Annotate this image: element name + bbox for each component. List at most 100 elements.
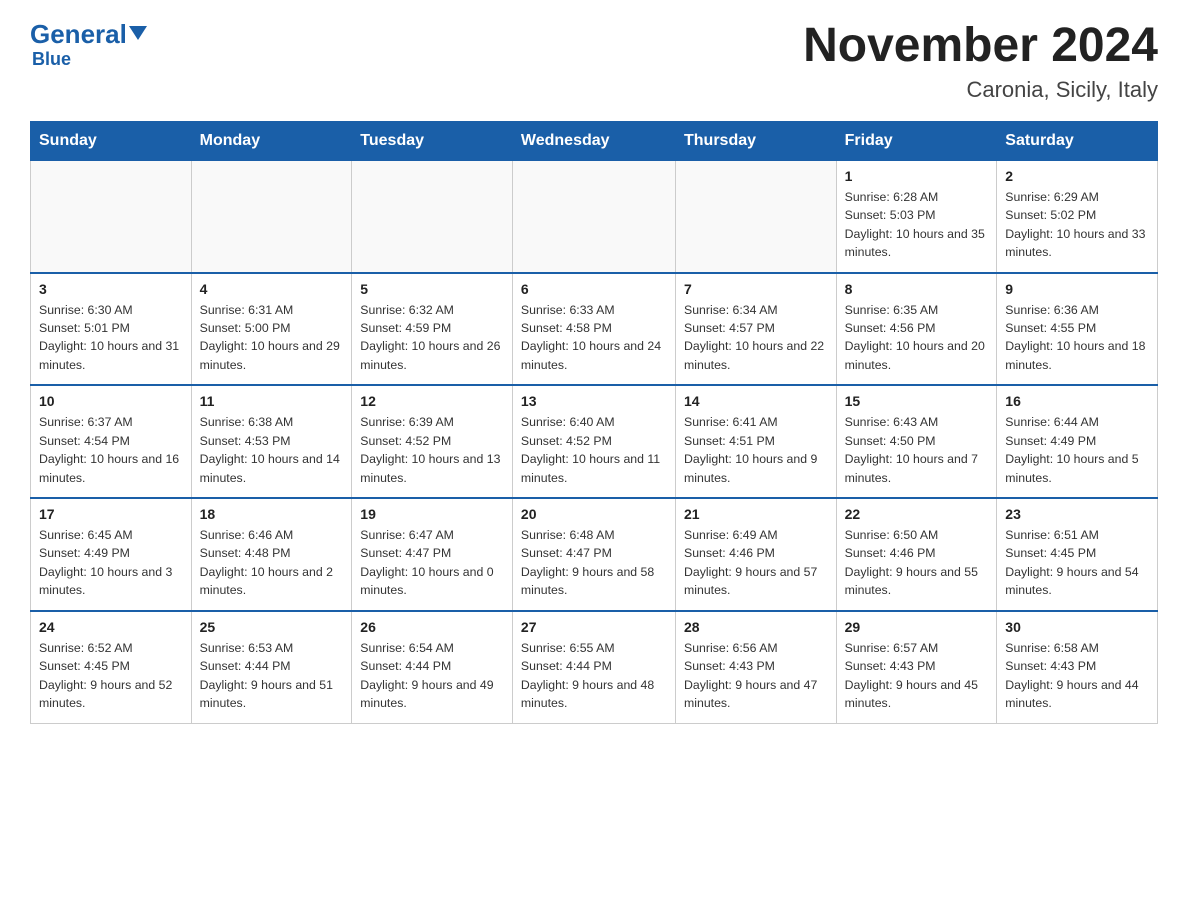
day-info: Sunrise: 6:29 AM Sunset: 5:02 PM Dayligh…	[1005, 188, 1149, 262]
calendar-cell: 20 Sunrise: 6:48 AM Sunset: 4:47 PM Dayli…	[512, 498, 675, 611]
calendar-cell: 19 Sunrise: 6:47 AM Sunset: 4:47 PM Dayli…	[352, 498, 513, 611]
day-number: 4	[200, 281, 344, 297]
day-number: 23	[1005, 506, 1149, 522]
calendar-cell: 14 Sunrise: 6:41 AM Sunset: 4:51 PM Dayli…	[676, 385, 837, 498]
calendar-cell	[676, 160, 837, 272]
day-number: 8	[845, 281, 989, 297]
calendar-week-row: 24 Sunrise: 6:52 AM Sunset: 4:45 PM Dayli…	[31, 611, 1158, 723]
calendar-header: SundayMondayTuesdayWednesdayThursdayFrid…	[31, 121, 1158, 160]
calendar-cell: 24 Sunrise: 6:52 AM Sunset: 4:45 PM Dayli…	[31, 611, 192, 723]
calendar-cell: 12 Sunrise: 6:39 AM Sunset: 4:52 PM Dayli…	[352, 385, 513, 498]
calendar-cell	[512, 160, 675, 272]
calendar-cell: 26Sunrise: 6:54 AM Sunset: 4:44 PM Dayli…	[352, 611, 513, 723]
page-subtitle: Caronia, Sicily, Italy	[803, 77, 1158, 103]
day-info: Sunrise: 6:43 AM Sunset: 4:50 PM Dayligh…	[845, 413, 989, 487]
weekday-header-thursday: Thursday	[676, 121, 837, 160]
calendar-cell	[191, 160, 352, 272]
day-info: Sunrise: 6:45 AM Sunset: 4:49 PM Dayligh…	[39, 526, 183, 600]
calendar-cell: 4 Sunrise: 6:31 AM Sunset: 5:00 PM Daylig…	[191, 273, 352, 386]
day-number: 6	[521, 281, 667, 297]
day-number: 25	[200, 619, 344, 635]
calendar-cell: 10 Sunrise: 6:37 AM Sunset: 4:54 PM Dayli…	[31, 385, 192, 498]
day-info: Sunrise: 6:36 AM Sunset: 4:55 PM Dayligh…	[1005, 301, 1149, 375]
day-info: Sunrise: 6:40 AM Sunset: 4:52 PM Dayligh…	[521, 413, 667, 487]
page-header: General Blue November 2024 Caronia, Sici…	[30, 20, 1158, 103]
day-number: 24	[39, 619, 183, 635]
day-number: 5	[360, 281, 504, 297]
day-number: 19	[360, 506, 504, 522]
title-block: November 2024 Caronia, Sicily, Italy	[803, 20, 1158, 103]
day-number: 18	[200, 506, 344, 522]
day-number: 10	[39, 393, 183, 409]
calendar-cell: 30 Sunrise: 6:58 AM Sunset: 4:43 PM Dayli…	[997, 611, 1158, 723]
calendar-cell: 3 Sunrise: 6:30 AM Sunset: 5:01 PM Daylig…	[31, 273, 192, 386]
day-number: 9	[1005, 281, 1149, 297]
calendar-week-row: 3 Sunrise: 6:30 AM Sunset: 5:01 PM Daylig…	[31, 273, 1158, 386]
calendar-week-row: 17 Sunrise: 6:45 AM Sunset: 4:49 PM Dayli…	[31, 498, 1158, 611]
day-info: Sunrise: 6:41 AM Sunset: 4:51 PM Dayligh…	[684, 413, 828, 487]
day-info: Sunrise: 6:46 AM Sunset: 4:48 PM Dayligh…	[200, 526, 344, 600]
day-number: 27	[521, 619, 667, 635]
day-info: Sunrise: 6:53 AM Sunset: 4:44 PM Dayligh…	[200, 639, 344, 713]
day-number: 1	[845, 168, 989, 184]
weekday-header-sunday: Sunday	[31, 121, 192, 160]
day-info: Sunrise: 6:31 AM Sunset: 5:00 PM Dayligh…	[200, 301, 344, 375]
page-title: November 2024	[803, 20, 1158, 73]
day-number: 12	[360, 393, 504, 409]
day-info: Sunrise: 6:38 AM Sunset: 4:53 PM Dayligh…	[200, 413, 344, 487]
day-info: Sunrise: 6:52 AM Sunset: 4:45 PM Dayligh…	[39, 639, 183, 713]
calendar-cell	[352, 160, 513, 272]
weekday-header-tuesday: Tuesday	[352, 121, 513, 160]
day-info: Sunrise: 6:48 AM Sunset: 4:47 PM Dayligh…	[521, 526, 667, 600]
day-info: Sunrise: 6:28 AM Sunset: 5:03 PM Dayligh…	[845, 188, 989, 262]
day-info: Sunrise: 6:58 AM Sunset: 4:43 PM Dayligh…	[1005, 639, 1149, 713]
day-number: 21	[684, 506, 828, 522]
calendar-body: 1 Sunrise: 6:28 AM Sunset: 5:03 PM Daylig…	[31, 160, 1158, 723]
calendar-cell: 16Sunrise: 6:44 AM Sunset: 4:49 PM Dayli…	[997, 385, 1158, 498]
day-info: Sunrise: 6:30 AM Sunset: 5:01 PM Dayligh…	[39, 301, 183, 375]
calendar-cell: 23 Sunrise: 6:51 AM Sunset: 4:45 PM Dayli…	[997, 498, 1158, 611]
day-info: Sunrise: 6:34 AM Sunset: 4:57 PM Dayligh…	[684, 301, 828, 375]
day-info: Sunrise: 6:57 AM Sunset: 4:43 PM Dayligh…	[845, 639, 989, 713]
day-number: 17	[39, 506, 183, 522]
calendar-cell	[31, 160, 192, 272]
day-number: 22	[845, 506, 989, 522]
weekday-header-monday: Monday	[191, 121, 352, 160]
calendar-cell: 27 Sunrise: 6:55 AM Sunset: 4:44 PM Dayli…	[512, 611, 675, 723]
logo-top: General	[30, 20, 147, 49]
calendar-cell: 29 Sunrise: 6:57 AM Sunset: 4:43 PM Dayli…	[836, 611, 997, 723]
day-info: Sunrise: 6:35 AM Sunset: 4:56 PM Dayligh…	[845, 301, 989, 375]
logo: General Blue	[30, 20, 147, 70]
day-info: Sunrise: 6:47 AM Sunset: 4:47 PM Dayligh…	[360, 526, 504, 600]
calendar-cell: 5 Sunrise: 6:32 AM Sunset: 4:59 PM Daylig…	[352, 273, 513, 386]
day-info: Sunrise: 6:55 AM Sunset: 4:44 PM Dayligh…	[521, 639, 667, 713]
logo-triangle-icon	[129, 26, 147, 40]
day-info: Sunrise: 6:50 AM Sunset: 4:46 PM Dayligh…	[845, 526, 989, 600]
day-info: Sunrise: 6:37 AM Sunset: 4:54 PM Dayligh…	[39, 413, 183, 487]
day-number: 30	[1005, 619, 1149, 635]
calendar-cell: 18 Sunrise: 6:46 AM Sunset: 4:48 PM Dayli…	[191, 498, 352, 611]
weekday-header-row: SundayMondayTuesdayWednesdayThursdayFrid…	[31, 121, 1158, 160]
day-info: Sunrise: 6:49 AM Sunset: 4:46 PM Dayligh…	[684, 526, 828, 600]
calendar-cell: 21 Sunrise: 6:49 AM Sunset: 4:46 PM Dayli…	[676, 498, 837, 611]
weekday-header-saturday: Saturday	[997, 121, 1158, 160]
calendar-table: SundayMondayTuesdayWednesdayThursdayFrid…	[30, 121, 1158, 724]
day-info: Sunrise: 6:51 AM Sunset: 4:45 PM Dayligh…	[1005, 526, 1149, 600]
day-info: Sunrise: 6:32 AM Sunset: 4:59 PM Dayligh…	[360, 301, 504, 375]
day-number: 20	[521, 506, 667, 522]
day-info: Sunrise: 6:39 AM Sunset: 4:52 PM Dayligh…	[360, 413, 504, 487]
calendar-cell: 11Sunrise: 6:38 AM Sunset: 4:53 PM Dayli…	[191, 385, 352, 498]
day-number: 14	[684, 393, 828, 409]
calendar-cell: 9 Sunrise: 6:36 AM Sunset: 4:55 PM Daylig…	[997, 273, 1158, 386]
day-info: Sunrise: 6:44 AM Sunset: 4:49 PM Dayligh…	[1005, 413, 1149, 487]
weekday-header-friday: Friday	[836, 121, 997, 160]
day-number: 3	[39, 281, 183, 297]
day-number: 29	[845, 619, 989, 635]
calendar-week-row: 10 Sunrise: 6:37 AM Sunset: 4:54 PM Dayli…	[31, 385, 1158, 498]
calendar-cell: 1 Sunrise: 6:28 AM Sunset: 5:03 PM Daylig…	[836, 160, 997, 272]
day-info: Sunrise: 6:33 AM Sunset: 4:58 PM Dayligh…	[521, 301, 667, 375]
calendar-cell: 22 Sunrise: 6:50 AM Sunset: 4:46 PM Dayli…	[836, 498, 997, 611]
calendar-week-row: 1 Sunrise: 6:28 AM Sunset: 5:03 PM Daylig…	[31, 160, 1158, 272]
calendar-cell: 25 Sunrise: 6:53 AM Sunset: 4:44 PM Dayli…	[191, 611, 352, 723]
calendar-cell: 13Sunrise: 6:40 AM Sunset: 4:52 PM Dayli…	[512, 385, 675, 498]
